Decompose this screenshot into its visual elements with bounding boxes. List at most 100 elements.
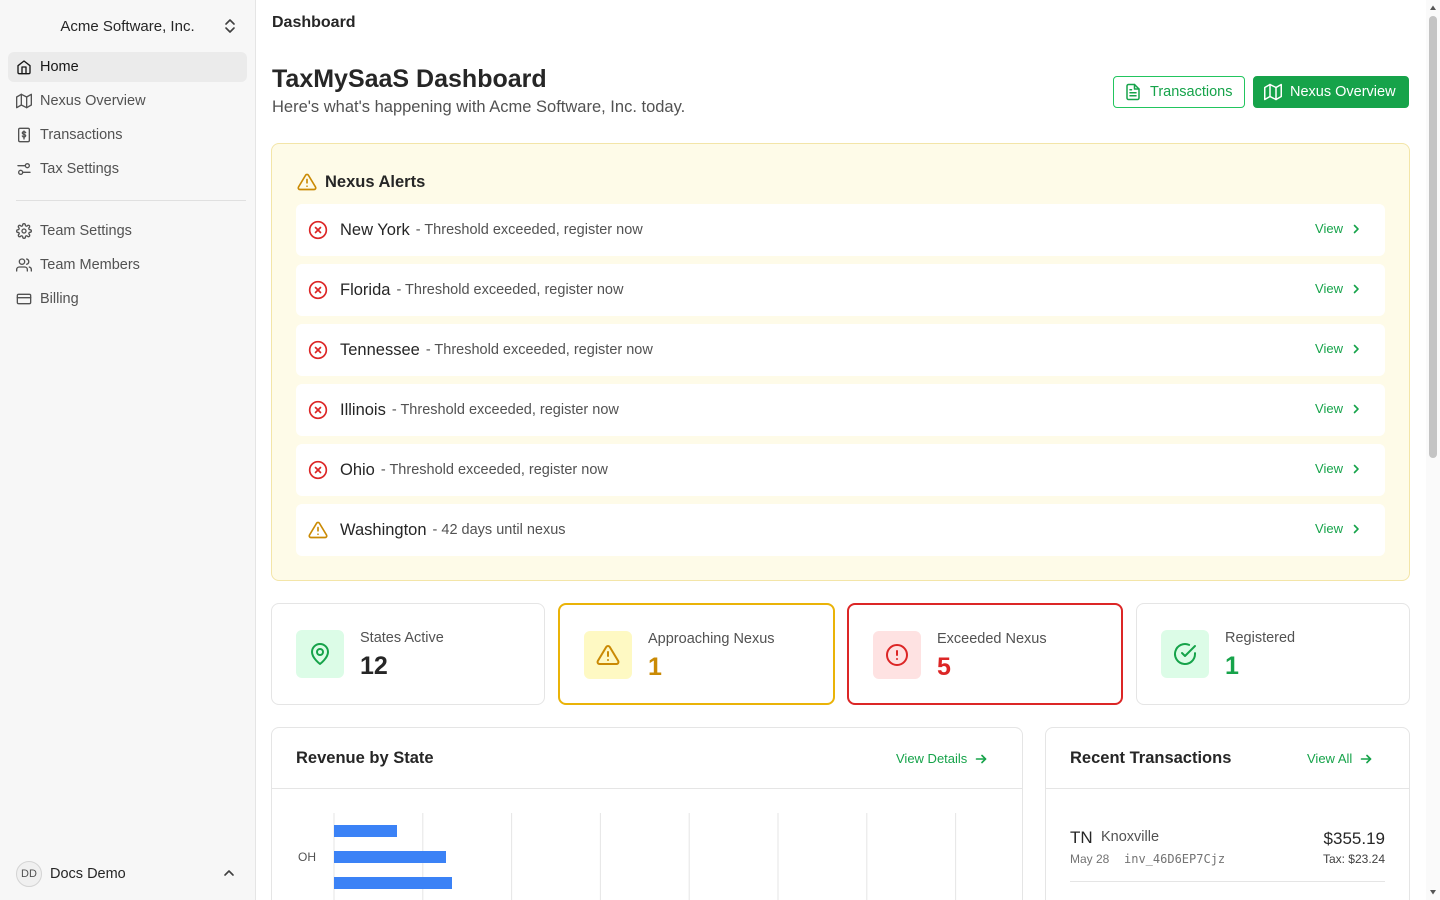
alert-view-link[interactable]: View	[1315, 461, 1361, 476]
avatar: DD	[16, 861, 42, 887]
sidebar-item-label: Transactions	[40, 127, 123, 143]
alert-row-florida: Florida - Threshold exceeded, register n…	[296, 264, 1385, 316]
sidebar-item-billing[interactable]: Billing	[8, 284, 247, 314]
sidebar-item-label: Team Settings	[40, 223, 132, 239]
chevron-right-icon	[1353, 524, 1359, 533]
view-all-link[interactable]: View All	[1307, 751, 1372, 766]
sidebar-item-label: Nexus Overview	[40, 93, 146, 109]
alert-state: Florida	[340, 280, 391, 299]
chevron-right-icon	[1353, 404, 1359, 413]
alert-state: New York	[340, 220, 410, 239]
sidebar-item-label: Home	[40, 59, 79, 75]
chevron-up-icon	[223, 867, 235, 879]
sidebar-divider	[16, 200, 246, 201]
transaction-city: Knoxville	[1101, 829, 1160, 845]
view-details-link[interactable]: View Details	[896, 751, 987, 766]
transaction-invoice: inv_46D6EP7Cjz	[1124, 852, 1226, 866]
stat-card-exceeded-nexus: Exceeded Nexus 5	[847, 603, 1123, 705]
sidebar-item-label: Billing	[40, 291, 79, 307]
warning-icon	[308, 520, 328, 540]
org-name: Acme Software, Inc.	[60, 17, 195, 35]
transaction-divider	[1070, 881, 1385, 882]
transaction-tax: Tax: $23.24	[1322, 852, 1385, 866]
chart-category-label: OH	[298, 850, 316, 864]
transaction-state: TN	[1070, 828, 1093, 847]
alert-view-link[interactable]: View	[1315, 401, 1361, 416]
secondary-nav: Team Settings Team Members Billing	[8, 216, 247, 318]
scroll-down-arrow-icon	[1430, 890, 1436, 895]
stat-label: Exceeded Nexus	[937, 631, 1047, 647]
alert-row-washington: Washington - 42 days until nexus View	[296, 504, 1385, 556]
revenue-title: Revenue by State	[296, 749, 434, 767]
user-menu[interactable]: DD Docs Demo	[8, 858, 247, 890]
scrollbar-thumb[interactable]	[1429, 16, 1437, 458]
chevron-right-icon	[1353, 284, 1359, 293]
primary-nav: Home Nexus Overview Transactions Tax Set…	[8, 52, 247, 188]
transaction-amount: $355.19	[1323, 829, 1385, 848]
alert-state: Washington	[340, 520, 427, 539]
stat-label: States Active	[360, 630, 444, 646]
alert-message: - Threshold exceeded, register now	[415, 222, 643, 238]
alert-row-ohio: Ohio - Threshold exceeded, register now …	[296, 444, 1385, 496]
alert-view-label: View	[1315, 401, 1343, 416]
view-all-label: View All	[1307, 751, 1353, 766]
sidebar-item-team-members[interactable]: Team Members	[8, 250, 247, 280]
stat-value: 5	[937, 653, 951, 681]
stat-value: 12	[360, 652, 388, 680]
warning-icon	[584, 631, 632, 679]
stat-card-registered: Registered 1	[1136, 603, 1410, 705]
stat-label: Approaching Nexus	[648, 631, 775, 647]
x-circle-icon	[308, 400, 328, 420]
receipt-icon	[16, 127, 32, 143]
stat-value: 1	[648, 653, 662, 681]
users-icon	[16, 257, 32, 273]
revenue-chart: OH	[298, 813, 957, 900]
map-icon	[1264, 83, 1282, 101]
alert-view-link[interactable]: View	[1315, 281, 1361, 296]
alert-row-tennessee: Tennessee - Threshold exceeded, register…	[296, 324, 1385, 376]
chart-bar[interactable]	[334, 851, 446, 863]
alert-message: - 42 days until nexus	[432, 522, 566, 538]
x-circle-icon	[308, 280, 328, 300]
alert-view-link[interactable]: View	[1315, 221, 1361, 236]
transactions-button[interactable]: Transactions	[1113, 76, 1245, 108]
revenue-by-state-card: Revenue by State View Details OH	[271, 727, 1023, 900]
sliders-icon	[16, 161, 32, 177]
page-scrollbar[interactable]	[1426, 0, 1440, 900]
nexus-alerts-header: Nexus Alerts	[297, 172, 425, 192]
sidebar-item-nexus-overview[interactable]: Nexus Overview	[8, 86, 247, 116]
stat-card-states-active: States Active 12	[271, 603, 545, 705]
alert-circle-icon	[873, 631, 921, 679]
alert-row-new-york: New York - Threshold exceeded, register …	[296, 204, 1385, 256]
sidebar-item-team-settings[interactable]: Team Settings	[8, 216, 247, 246]
alert-view-label: View	[1315, 221, 1343, 236]
sidebar-item-home[interactable]: Home	[8, 52, 247, 82]
nexus-overview-button-label: Nexus Overview	[1290, 84, 1396, 100]
view-details-label: View Details	[896, 751, 968, 766]
warning-icon	[297, 172, 317, 192]
nexus-alerts-title: Nexus Alerts	[325, 172, 426, 191]
check-circle-icon	[1161, 630, 1209, 678]
chevron-right-icon	[1353, 344, 1359, 353]
breadcrumb: Dashboard	[272, 14, 356, 31]
sidebar-item-label: Team Members	[40, 257, 140, 273]
nexus-overview-button[interactable]: Nexus Overview	[1253, 76, 1409, 108]
transactions-button-label: Transactions	[1150, 84, 1233, 100]
chart-bar[interactable]	[334, 877, 452, 889]
alert-state: Illinois	[340, 400, 386, 419]
sidebar-item-tax-settings[interactable]: Tax Settings	[8, 154, 247, 184]
sidebar-item-transactions[interactable]: Transactions	[8, 120, 247, 150]
alert-state: Ohio	[340, 460, 375, 479]
alert-view-link[interactable]: View	[1315, 341, 1361, 356]
file-text-icon	[1124, 83, 1142, 101]
org-switcher[interactable]: Acme Software, Inc.	[8, 10, 247, 42]
chevrons-up-down-icon	[223, 18, 237, 34]
alert-view-link[interactable]: View	[1315, 521, 1361, 536]
sidebar-item-label: Tax Settings	[40, 161, 119, 177]
chevron-right-icon	[1353, 464, 1359, 473]
scroll-up-arrow-icon	[1430, 5, 1436, 10]
alert-view-label: View	[1315, 521, 1343, 536]
page-subtitle: Here's what's happening with Acme Softwa…	[272, 98, 686, 116]
chart-bar[interactable]	[334, 825, 397, 837]
page-title: TaxMySaaS Dashboard	[272, 65, 547, 93]
